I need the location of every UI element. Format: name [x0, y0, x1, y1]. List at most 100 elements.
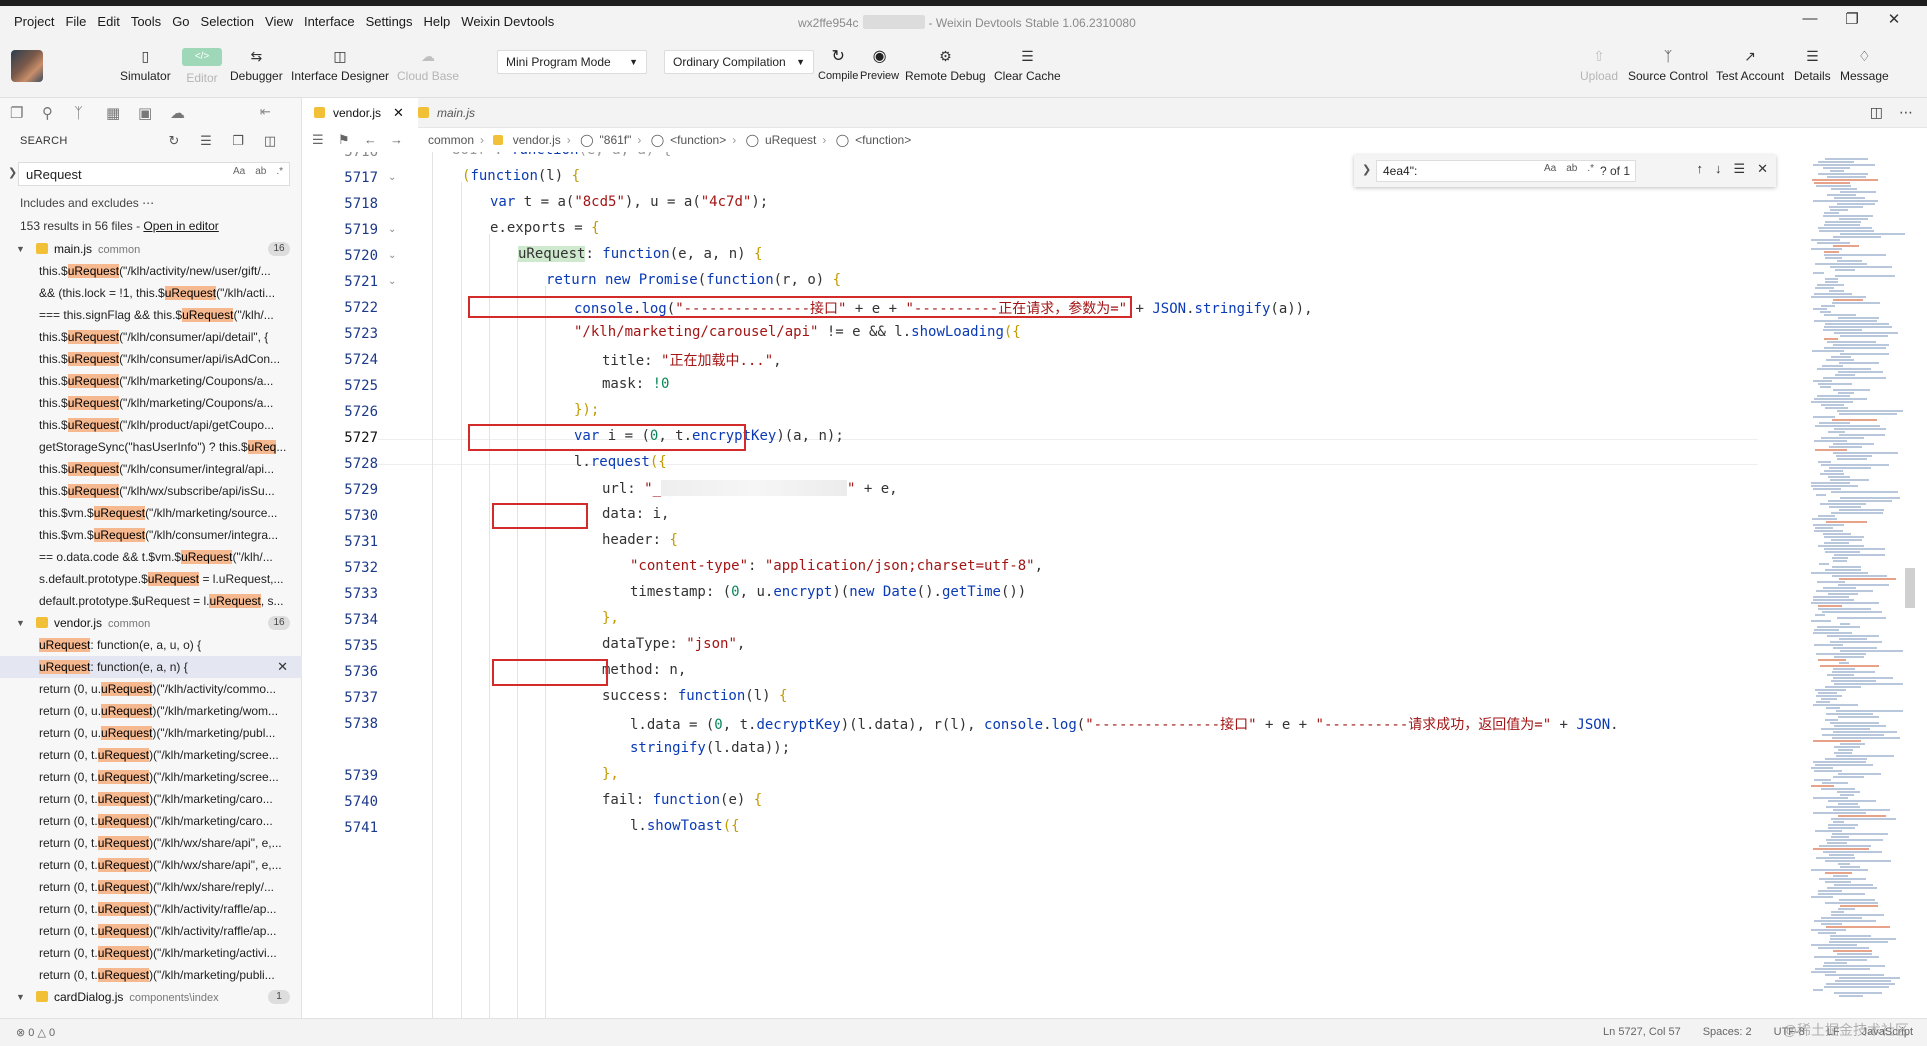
result-match[interactable]: return (0, t.uRequest)("/klh/marketing/a…	[0, 942, 302, 964]
remote-debug-button[interactable]: ⚙ Remote Debug	[905, 48, 986, 83]
result-file[interactable]: ▼ main.js common 16	[0, 238, 302, 260]
result-match[interactable]: return (0, t.uRequest)("/klh/activity/ra…	[0, 898, 302, 920]
result-match[interactable]: s.default.prototype.$uRequest = l.uReque…	[0, 568, 302, 590]
dismiss-icon[interactable]: ✕	[277, 656, 288, 678]
result-match[interactable]: this.$uRequest("/klh/wx/subscribe/api/is…	[0, 480, 302, 502]
close-icon[interactable]: ✕	[393, 105, 404, 120]
minimap-slider[interactable]	[1905, 568, 1915, 608]
result-match[interactable]: this.$uRequest("/klh/consumer/integral/a…	[0, 458, 302, 480]
result-match[interactable]: return (0, u.uRequest)("/klh/marketing/p…	[0, 722, 302, 744]
source-control-icon[interactable]: ᛉ	[74, 105, 106, 122]
result-match[interactable]: return (0, t.uRequest)("/klh/marketing/s…	[0, 744, 302, 766]
result-match[interactable]: this.$uRequest("/klh/consumer/api/isAdCo…	[0, 348, 302, 370]
result-match[interactable]: uRequest: function(e, a, u, o) {	[0, 634, 302, 656]
fold-chevron-icon[interactable]: ⌄	[388, 250, 396, 261]
editor-button[interactable]: </> Editor	[182, 48, 222, 85]
result-match[interactable]: getStorageSync("hasUserInfo") ? this.$uR…	[0, 436, 302, 458]
new-search-editor-icon[interactable]: ❐	[222, 133, 254, 149]
details-button[interactable]: ☰ Details	[1794, 48, 1831, 83]
code-view[interactable]: 5716 5717 5718 5719 5720 5721 5722 5723 …	[302, 152, 1927, 1018]
fold-chevron-icon[interactable]: ⌄	[388, 276, 396, 287]
menu-view[interactable]: View	[265, 14, 293, 29]
breadcrumb-item[interactable]: <function>	[670, 133, 726, 147]
result-match[interactable]: this.$uRequest("/klh/marketing/Coupons/a…	[0, 370, 302, 392]
close-find-icon[interactable]: ✕	[1757, 161, 1768, 177]
cloud-icon[interactable]: ☁	[170, 104, 202, 122]
test-account-button[interactable]: ↗ Test Account	[1716, 48, 1784, 83]
bookmark-icon[interactable]: ⚑	[338, 132, 350, 148]
previous-match-icon[interactable]: ↑	[1696, 161, 1703, 177]
result-match[interactable]: this.$uRequest("/klh/activity/new/user/g…	[0, 260, 302, 282]
interface-designer-button[interactable]: ◫ Interface Designer	[291, 48, 389, 83]
find-input[interactable]: 4ea4":	[1376, 160, 1636, 182]
breadcrumb-item[interactable]: uRequest	[765, 133, 816, 147]
collapse-all-icon[interactable]: ◫	[254, 133, 286, 149]
next-match-icon[interactable]: ↓	[1715, 161, 1722, 177]
result-match[interactable]: default.prototype.$uRequest = l.uRequest…	[0, 590, 302, 612]
clear-cache-button[interactable]: ☰ Clear Cache	[994, 48, 1061, 83]
result-match[interactable]: == o.data.code && t.$vm.$uRequest("/klh/…	[0, 546, 302, 568]
breadcrumb-item[interactable]: "861f"	[600, 133, 632, 147]
open-in-editor-link[interactable]: Open in editor	[143, 219, 218, 233]
menu-interface[interactable]: Interface	[304, 14, 355, 29]
result-match[interactable]: this.$vm.$uRequest("/klh/consumer/integr…	[0, 524, 302, 546]
result-match[interactable]: this.$uRequest("/klh/consumer/api/detail…	[0, 326, 302, 348]
close-window-icon[interactable]: ✕	[1873, 10, 1915, 28]
source-control-button[interactable]: ᛉ Source Control	[1628, 48, 1708, 83]
fold-chevron-icon[interactable]: ⌄	[388, 224, 396, 235]
toggle-replace-icon[interactable]: ❯	[8, 166, 17, 179]
simulator-button[interactable]: ▯ Simulator	[120, 48, 171, 83]
fold-chevron-icon[interactable]: ⌄	[388, 172, 396, 183]
search-input[interactable]: uRequest Aa ab .*	[18, 162, 290, 186]
split-editor-icon[interactable]: ◫	[1870, 104, 1883, 121]
tab-vendor-js[interactable]: vendor.js ✕	[302, 98, 418, 128]
regex-icon[interactable]: .*	[1587, 163, 1594, 174]
match-case-icon[interactable]: Aa	[233, 166, 245, 177]
clear-results-icon[interactable]: ☰	[190, 133, 222, 149]
list-icon[interactable]: ☰	[312, 132, 324, 148]
restore-icon[interactable]: ❐	[1831, 10, 1873, 28]
result-match[interactable]: return (0, t.uRequest)("/klh/marketing/c…	[0, 810, 302, 832]
menu-edit[interactable]: Edit	[97, 14, 119, 29]
whole-word-icon[interactable]: ab	[1566, 163, 1577, 174]
compile-button[interactable]: ↻ Compile	[818, 48, 858, 82]
result-match[interactable]: this.$uRequest("/klh/product/api/getCoup…	[0, 414, 302, 436]
menu-weixin-devtools[interactable]: Weixin Devtools	[461, 14, 554, 29]
problems-indicator[interactable]: ⊗ 0 △ 0	[16, 1026, 55, 1039]
result-match[interactable]: uRequest: function(e, a, n) {✕	[0, 656, 302, 678]
result-file[interactable]: ▼ vendor.js common 16	[0, 612, 302, 634]
tab-main-js[interactable]: main.js	[406, 98, 489, 128]
result-match[interactable]: this.$uRequest("/klh/marketing/Coupons/a…	[0, 392, 302, 414]
result-match[interactable]: return (0, u.uRequest)("/klh/marketing/w…	[0, 700, 302, 722]
toggle-replace-icon[interactable]: ❯	[1362, 163, 1371, 176]
upload-button[interactable]: ⇧ Upload	[1580, 48, 1618, 83]
breadcrumb-item[interactable]: <function>	[855, 133, 911, 147]
menu-file[interactable]: File	[65, 14, 86, 29]
debug-icon[interactable]: ▣	[138, 104, 170, 122]
more-actions-icon[interactable]: ⋯	[1899, 104, 1913, 121]
explorer-icon[interactable]: ❐	[10, 104, 42, 122]
menu-tools[interactable]: Tools	[131, 14, 161, 29]
debugger-button[interactable]: ⇆ Debugger	[230, 48, 283, 83]
forward-arrow-icon[interactable]: →	[390, 132, 403, 147]
result-match[interactable]: return (0, t.uRequest)("/klh/marketing/p…	[0, 964, 302, 986]
menu-help[interactable]: Help	[424, 14, 451, 29]
breadcrumb-item[interactable]: vendor.js	[513, 133, 561, 147]
result-match[interactable]: return (0, t.uRequest)("/klh/activity/ra…	[0, 920, 302, 942]
result-file[interactable]: ▼ cardDialog.js components\index 1	[0, 986, 302, 1008]
avatar[interactable]	[11, 50, 43, 82]
preview-button[interactable]: ◉ Preview	[860, 48, 899, 82]
menu-go[interactable]: Go	[172, 14, 189, 29]
minimize-icon[interactable]: —	[1789, 10, 1831, 28]
cloud-base-button[interactable]: ☁ Cloud Base	[397, 48, 459, 83]
result-match[interactable]: return (0, t.uRequest)("/klh/wx/share/re…	[0, 876, 302, 898]
result-match[interactable]: return (0, t.uRequest)("/klh/marketing/c…	[0, 788, 302, 810]
match-case-icon[interactable]: Aa	[1544, 163, 1556, 174]
indentation[interactable]: Spaces: 2	[1703, 1026, 1752, 1038]
result-match[interactable]: this.$vm.$uRequest("/klh/marketing/sourc…	[0, 502, 302, 524]
minimap[interactable]	[1807, 158, 1915, 1018]
mode-select[interactable]: Mini Program Mode ▼	[497, 50, 647, 74]
whole-word-icon[interactable]: ab	[255, 166, 266, 177]
compile-mode-select[interactable]: Ordinary Compilation ▼	[664, 50, 814, 74]
result-match[interactable]: return (0, t.uRequest)("/klh/wx/share/ap…	[0, 832, 302, 854]
